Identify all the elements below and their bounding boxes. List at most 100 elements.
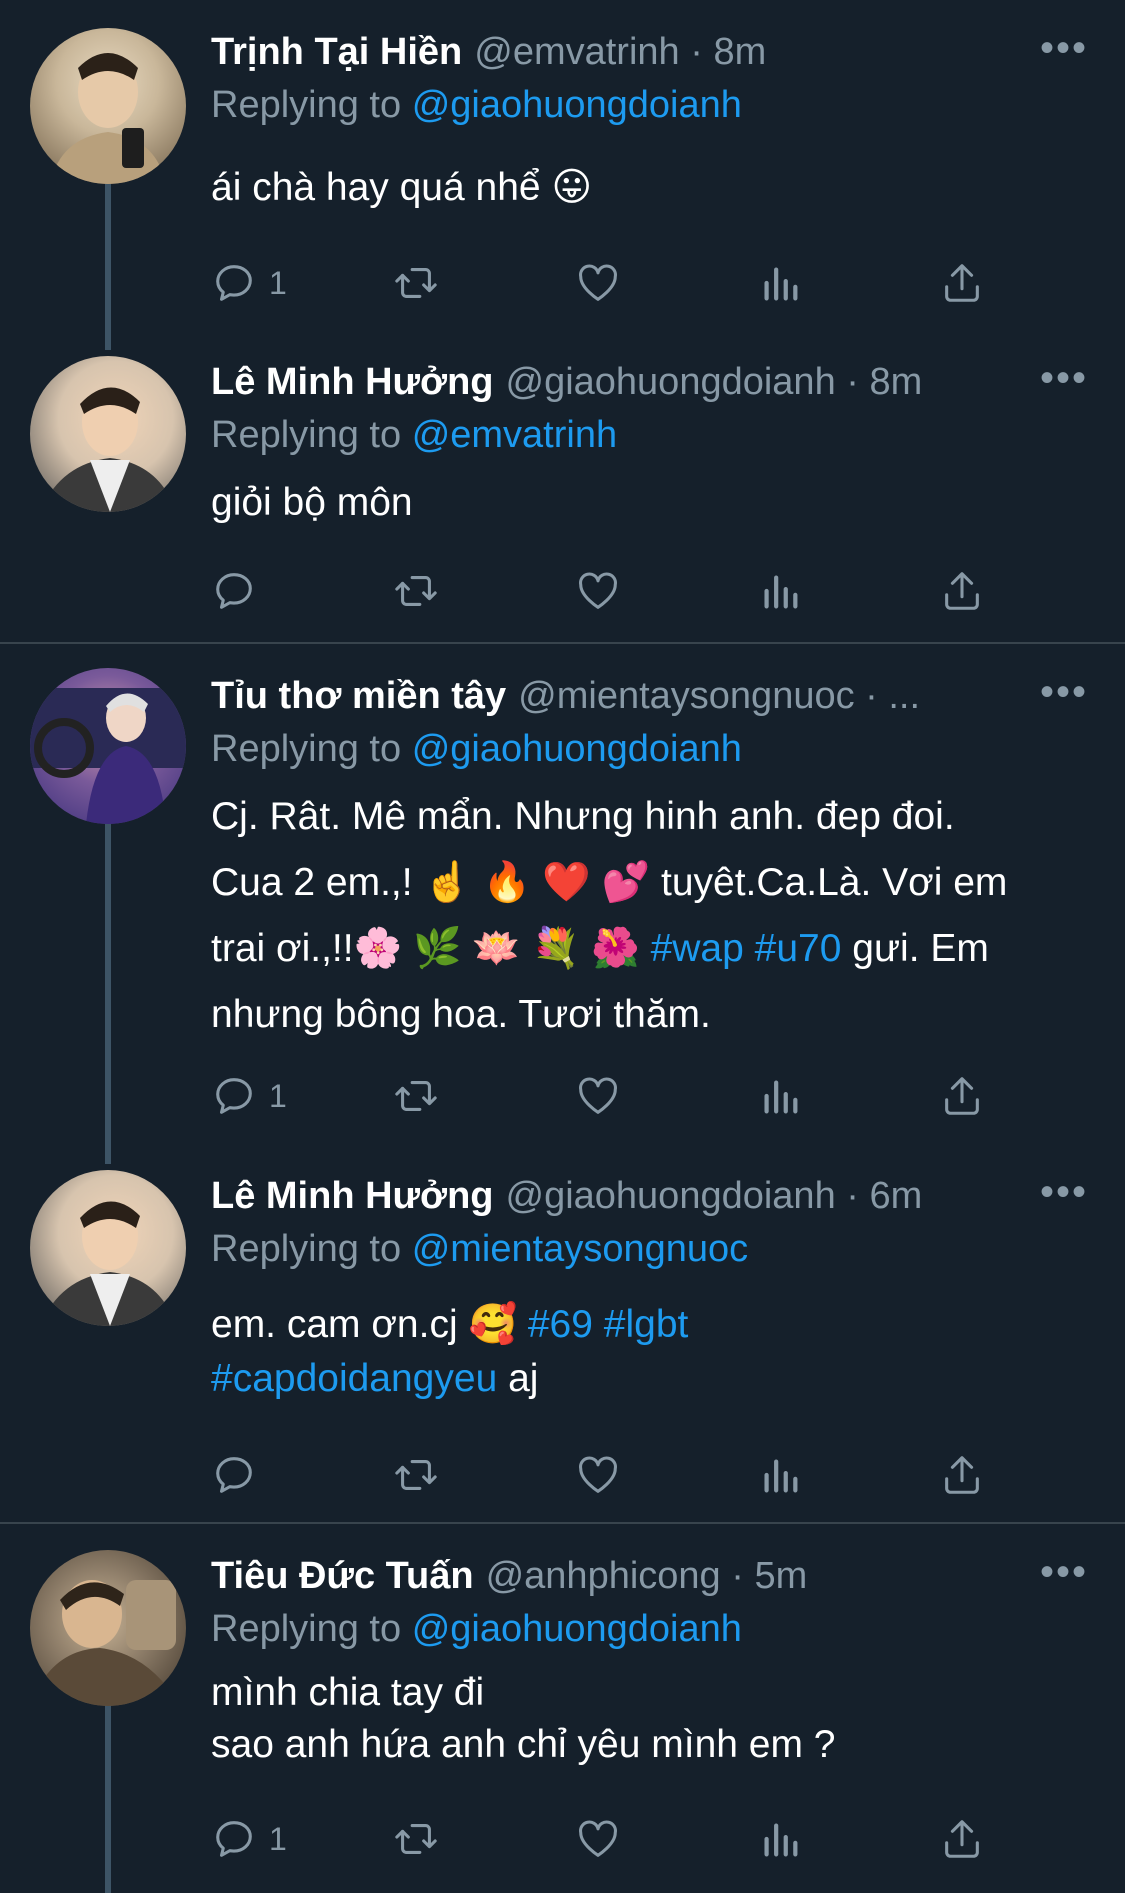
more-options-icon[interactable]: ••• xyxy=(1040,28,1088,68)
avatar[interactable] xyxy=(30,28,186,184)
retweet-button[interactable] xyxy=(393,258,439,308)
tweet-text: giỏi bộ môn xyxy=(211,481,413,524)
reply-count: 1 xyxy=(269,264,287,301)
share-button[interactable] xyxy=(939,1071,985,1121)
more-options-icon[interactable]: ••• xyxy=(1040,358,1088,398)
handle-time: @giaohuongdoianh · 6m xyxy=(505,1175,923,1217)
handle-time: @emvatrinh · 8m xyxy=(474,31,767,73)
display-name[interactable]: Tỉu thơ miền tây xyxy=(211,675,506,717)
mention-link[interactable]: @giaohuongdoianh xyxy=(412,728,742,770)
heart-icon xyxy=(578,1456,618,1493)
reply-thread: Trịnh Tại Hiền @emvatrinh · 8m ••• Replyi… xyxy=(0,0,1125,1893)
reply-button[interactable]: 1 xyxy=(211,1814,287,1864)
share-button[interactable] xyxy=(939,566,985,616)
reply-button[interactable] xyxy=(211,566,269,616)
avatar[interactable] xyxy=(30,668,186,824)
tweet-header: Lê Minh Hưởng @giaohuongdoianh · 6m xyxy=(211,1170,1031,1222)
reply-button[interactable]: 1 xyxy=(211,1071,287,1121)
tweet-4[interactable]: Lê Minh Hưởng @giaohuongdoianh · 6m ••• R… xyxy=(0,1144,1125,1522)
retweet-button[interactable] xyxy=(393,1450,439,1500)
retweet-icon xyxy=(395,1824,437,1854)
reply-icon xyxy=(216,1457,252,1493)
reply-count: 1 xyxy=(269,1820,287,1857)
action-bar: 1 xyxy=(211,1071,1031,1121)
hashtag-link[interactable]: #lgbt xyxy=(604,1303,689,1346)
tweet-text: em. cam ơn.cj 🥰 #69 #lgbt #capdoidangyeu… xyxy=(211,1298,1091,1406)
replying-to: Replying to @giaohuongdoianh xyxy=(211,1604,742,1654)
hashtag-link[interactable]: #u70 xyxy=(755,927,842,970)
action-bar xyxy=(211,566,1031,616)
share-button[interactable] xyxy=(939,1450,985,1500)
display-name[interactable]: Trịnh Tại Hiền xyxy=(211,31,462,73)
reply-icon xyxy=(216,265,252,301)
tweet-1[interactable]: Trịnh Tại Hiền @emvatrinh · 8m ••• Replyi… xyxy=(0,0,1125,350)
more-options-icon[interactable]: ••• xyxy=(1040,1552,1088,1592)
tweet-text-fragment: em. cam ơn.cj 🥰 xyxy=(211,1303,528,1346)
reply-button[interactable] xyxy=(211,1450,269,1500)
replying-prefix: Replying to xyxy=(211,1608,402,1650)
like-button[interactable] xyxy=(575,1071,621,1121)
reply-icon xyxy=(216,1821,252,1857)
tweet-text-line: nhưng bông hoa. Tươi thăm. xyxy=(211,993,711,1036)
analytics-button[interactable] xyxy=(757,1814,803,1864)
action-bar: 1 xyxy=(211,1814,1031,1864)
mention-link[interactable]: @giaohuongdoianh xyxy=(412,1608,742,1650)
hashtag-link[interactable]: #69 xyxy=(528,1303,593,1346)
replying-to: Replying to @emvatrinh xyxy=(211,410,617,460)
handle-time: @mientaysongnuoc · ... xyxy=(518,675,921,717)
mention-link[interactable]: @emvatrinh xyxy=(412,414,617,456)
tweet-text-line: em. cam ơn.cj 🥰 #69 #lgbt xyxy=(211,1298,1091,1352)
like-button[interactable] xyxy=(575,566,621,616)
share-icon xyxy=(945,1077,979,1115)
action-bar: 1 xyxy=(211,258,1031,308)
reply-icon xyxy=(216,573,252,609)
tweet-3[interactable]: Tỉu thơ miền tây @mientaysongnuoc · ... •… xyxy=(0,644,1125,1164)
hashtag-link[interactable]: #wap xyxy=(651,927,744,970)
display-name[interactable]: Lê Minh Hưởng xyxy=(211,361,494,403)
mention-link[interactable]: @giaohuongdoianh xyxy=(412,84,742,126)
analytics-button[interactable] xyxy=(757,1450,803,1500)
like-button[interactable] xyxy=(575,1814,621,1864)
reply-button[interactable]: 1 xyxy=(211,258,287,308)
handle-time: @anhphicong · 5m xyxy=(485,1555,808,1597)
thread-connector xyxy=(105,180,111,350)
action-bar xyxy=(211,1450,1031,1500)
handle-time: @giaohuongdoianh · 8m xyxy=(505,361,923,403)
display-name[interactable]: Tiêu Đức Tuấn xyxy=(211,1555,474,1597)
tweet-header: Trịnh Tại Hiền @emvatrinh · 8m xyxy=(211,26,1031,78)
mention-link[interactable]: @mientaysongnuoc xyxy=(412,1228,748,1270)
tweet-text-fragment: aj xyxy=(497,1357,539,1400)
tweet-5[interactable]: Tiêu Đức Tuấn @anhphicong · 5m ••• Replyi… xyxy=(0,1524,1125,1893)
tweet-text-line: mình chia tay đi xyxy=(211,1671,485,1714)
retweet-button[interactable] xyxy=(393,1814,439,1864)
avatar[interactable] xyxy=(30,356,186,512)
replying-prefix: Replying to xyxy=(211,414,402,456)
display-name[interactable]: Lê Minh Hưởng xyxy=(211,1175,494,1217)
avatar[interactable] xyxy=(30,1170,186,1326)
share-button[interactable] xyxy=(939,258,985,308)
tweet-2[interactable]: Lê Minh Hưởng @giaohuongdoianh · 8m ••• R… xyxy=(0,330,1125,642)
tweet-text-line: sao anh hứa anh chỉ yêu mình em ? xyxy=(211,1723,836,1766)
tweet-text: mình chia tay đi sao anh hứa anh chỉ yêu… xyxy=(211,1667,1091,1771)
retweet-button[interactable] xyxy=(393,566,439,616)
analytics-button[interactable] xyxy=(757,258,803,308)
tweet-text-fragment: gưi. Em xyxy=(841,927,989,970)
analytics-button[interactable] xyxy=(757,566,803,616)
heart-icon xyxy=(578,572,618,609)
share-button[interactable] xyxy=(939,1814,985,1864)
tweet-header: Tiêu Đức Tuấn @anhphicong · 5m xyxy=(211,1550,1031,1602)
more-options-icon[interactable]: ••• xyxy=(1040,1172,1088,1212)
tweet-text: Cj. Rât. Mê mẩn. Nhưng hinh anh. đep đoi… xyxy=(211,784,1091,1048)
retweet-icon xyxy=(395,576,437,606)
analytics-icon xyxy=(764,1459,798,1493)
thread-connector xyxy=(105,824,111,1164)
tweet-text-line: Cj. Rât. Mê mẩn. Nhưng hinh anh. đep đoi… xyxy=(211,795,955,838)
retweet-button[interactable] xyxy=(393,1071,439,1121)
like-button[interactable] xyxy=(575,258,621,308)
more-options-icon[interactable]: ••• xyxy=(1040,672,1088,712)
hashtag-link[interactable]: #capdoidangyeu xyxy=(211,1357,497,1400)
analytics-button[interactable] xyxy=(757,1071,803,1121)
avatar[interactable] xyxy=(30,1550,186,1706)
retweet-icon xyxy=(395,268,437,298)
like-button[interactable] xyxy=(575,1450,621,1500)
